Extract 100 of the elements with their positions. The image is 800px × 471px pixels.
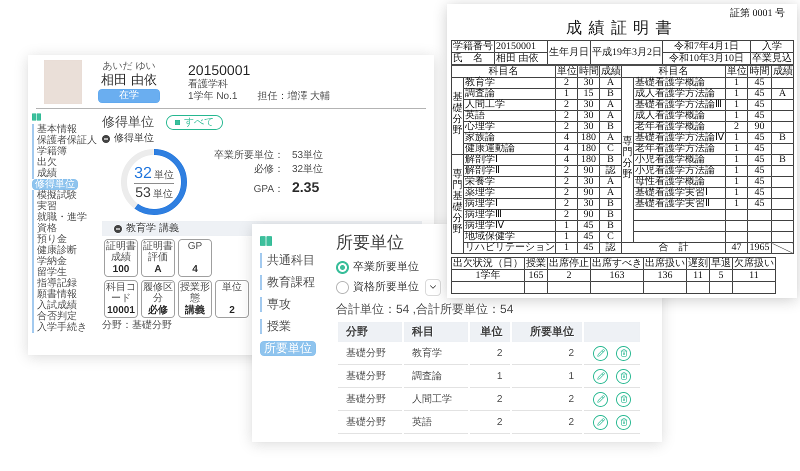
sidebar-item[interactable]: 実習 [32,201,57,212]
card-label: 証明書成績 [106,241,136,263]
stat-label: 卒業所要単位： [214,150,284,161]
table-cell: 2 [556,78,578,88]
table-cell: 90 [748,122,772,132]
field-value: 相田 由依 [494,52,548,64]
stat-value: 32単位 [292,164,324,175]
sidebar-item[interactable]: 預り金 [32,234,67,245]
sidebar-item[interactable]: 健康診断 [32,245,77,256]
table-cell: 1 [726,144,748,154]
table-cell: 1 [512,365,582,388]
sidebar-item[interactable]: 留学生 [32,267,67,278]
table-cell: 病理学Ⅲ [464,210,556,220]
sidebar-item[interactable]: 入学手続き [32,322,87,333]
table-cell: 認 [600,242,622,254]
column-header: 科目名 [622,66,726,78]
table-cell: 病理学Ⅳ [464,220,556,232]
stat-value: 53単位 [292,150,324,161]
delete-button[interactable] [616,414,631,430]
table-cell: 1 [556,242,578,254]
table-cell: 1 [726,188,748,198]
table-cell: 解剖学Ⅰ [464,154,556,166]
table-cell: 母性看護学概論 [634,176,726,188]
table-cell: 教育学 [464,78,556,88]
column-header: 単位 [470,322,510,342]
card-value: 4 [192,264,198,275]
earned-credits: 32 [134,164,152,182]
table-cell: 45 [578,242,600,254]
table-cell: B [600,210,622,220]
sidebar-item[interactable]: 願書情報 [32,289,77,300]
table-cell: 2 [470,388,510,411]
field-label: 生年月日 [548,40,590,64]
column-header: 単位 [726,66,748,78]
table-cell: 30 [578,100,600,110]
delete-button[interactable] [616,346,631,360]
card-label: GP [188,241,202,252]
table-cell: 2 [470,411,510,434]
table-cell: C [600,232,622,242]
table-cell: B [772,154,794,166]
table-cell: 45 [748,188,772,198]
table-cell: 解剖学Ⅱ [464,166,556,176]
table-cell: 30 [578,176,600,188]
table-cell: A [600,78,622,88]
table-cell: 136 [644,270,686,282]
sidebar-item[interactable]: 入試成績 [32,300,77,311]
sidebar-item[interactable]: 共通科目 [260,253,315,268]
table-cell: B [600,154,622,166]
radio-button[interactable] [336,280,349,294]
sidebar-item[interactable]: 教育課程 [260,275,315,290]
table-cell: 2 [556,176,578,188]
table-cell: 教育学 [404,342,468,365]
field-label: 専門分野 [622,136,632,180]
column-header: 時間 [748,66,772,78]
table-cell: B [600,122,622,132]
table-cell: 人間工学 [464,100,556,110]
table-cell: 英語 [464,110,556,122]
sidebar-item[interactable]: 就職・進学 [32,212,87,223]
sidebar-item[interactable]: 合否判定 [32,311,77,322]
pencil-icon [596,349,604,357]
homeroom-teacher: 担任：増澤 大輔 [257,90,330,102]
edit-button[interactable] [593,368,608,384]
trash-icon [620,372,628,380]
table-cell: 4 [556,154,578,166]
section-title: 修得単位 [102,113,154,132]
sidebar-item[interactable]: 指導記録 [32,278,77,289]
table-cell: 栄養学 [464,176,556,188]
table-cell: 基礎看護学方法論Ⅲ [634,100,726,110]
table-cell: 基礎分野 [338,411,402,434]
table-cell: B [600,220,622,232]
dropdown-button[interactable] [425,278,441,296]
column-header: 早退 [710,258,732,270]
edit-button[interactable] [593,392,608,406]
sidebar-item[interactable]: 模擬試験 [32,190,77,201]
table-cell: 45 [748,110,772,122]
sidebar-item[interactable]: 授業 [260,319,291,334]
radio-button[interactable] [336,260,349,274]
sidebar-item[interactable]: 基本情報 [32,124,77,135]
field-value: 令和10年3月10日 [662,52,750,64]
edit-button[interactable] [593,346,608,360]
sidebar-item[interactable]: 学籍簿 [32,146,67,157]
edit-button[interactable] [593,414,608,430]
table-cell: 2 [556,198,578,210]
table-cell: 1 [726,132,748,144]
delete-button[interactable] [616,392,631,406]
table-cell: A [600,132,622,144]
table-cell: 180 [578,154,600,166]
table-cell: A [772,88,794,100]
table-cell: 2 [556,100,578,110]
table-cell: 2 [556,110,578,122]
column-header: 単位 [556,66,578,78]
sidebar-item[interactable]: 出欠 [32,157,57,168]
column-header: 出席停止 [548,258,590,270]
sidebar-item[interactable]: 学納金 [32,256,67,267]
delete-button[interactable] [616,368,631,384]
card-value: 100 [112,264,130,275]
field-value: 令和7年4月1日 [662,40,750,52]
table-cell: 1 [556,220,578,232]
sidebar-item[interactable]: 資格 [32,223,57,234]
sidebar-item[interactable]: 専攻 [260,297,291,312]
sidebar-item[interactable]: 保護者保証人 [32,135,97,146]
